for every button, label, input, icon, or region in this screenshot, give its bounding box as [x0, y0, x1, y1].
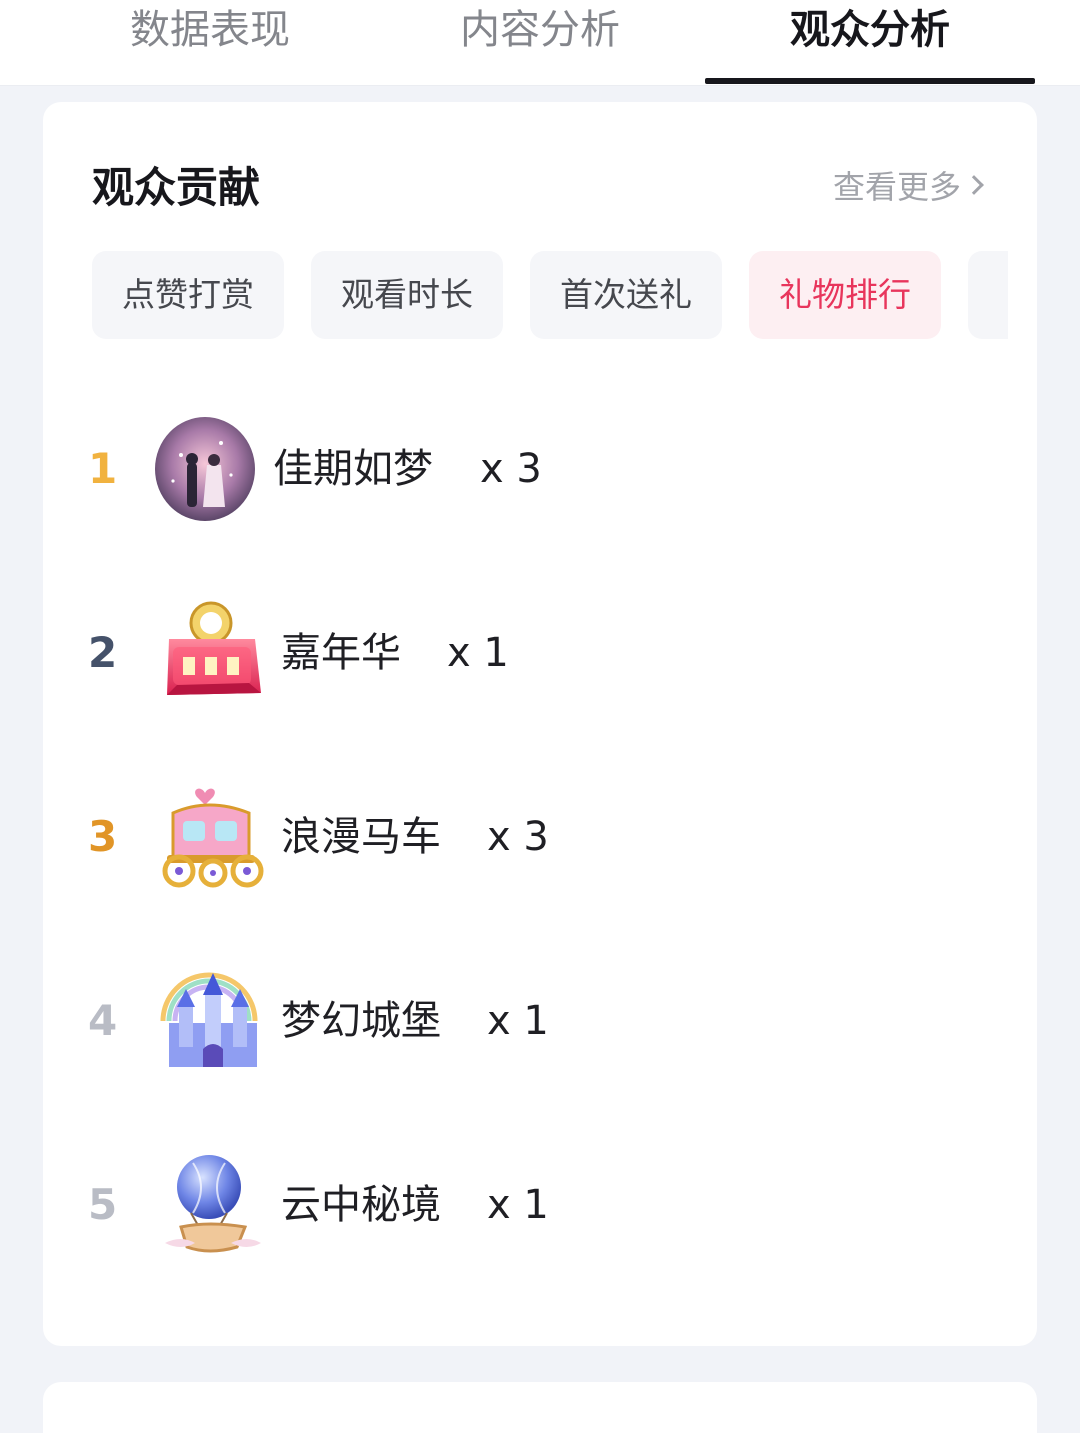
gift-rank-row[interactable]: 4 梦幻城堡 x 1 [43, 951, 1037, 1091]
balloon-gift-icon [165, 1155, 261, 1253]
tab-data-performance[interactable]: 数据表现 [45, 0, 375, 86]
tab-audience-analysis[interactable]: 观众分析 [705, 0, 1035, 86]
castle-gift-icon [160, 972, 258, 1067]
rank-number: 1 [88, 444, 118, 493]
chevron-right-icon [964, 175, 984, 195]
filter-watch-time[interactable]: 观看时长 [311, 251, 503, 339]
filter-gift-ranking[interactable]: 礼物排行 [749, 251, 941, 339]
gift-count: x 1 [487, 1182, 549, 1228]
tab-content-analysis[interactable]: 内容分析 [375, 0, 705, 86]
gift-rank-row[interactable]: 3 浪漫马车 x 3 [43, 767, 1037, 907]
rank-number: 2 [88, 628, 118, 677]
gift-name: 嘉年华 [281, 630, 401, 676]
gift-rank-row[interactable]: 5 云中秘境 x 1 [43, 1135, 1037, 1275]
couple-portrait-gift-icon [155, 417, 255, 521]
gift-count: x 3 [487, 814, 549, 860]
gift-rank-row[interactable]: 2 嘉年华 x 1 [43, 583, 1037, 723]
rank-number: 5 [88, 1180, 118, 1229]
view-more-link[interactable]: 查看更多 [832, 162, 984, 208]
audience-contribution-card: 观众贡献 查看更多 点赞打赏 观看时长 首次送礼 礼物排行 1 佳期如梦 x 3… [43, 102, 1037, 1346]
filter-chip-row: 点赞打赏 观看时长 首次送礼 礼物排行 [92, 251, 1037, 341]
gift-count: x 3 [480, 446, 542, 492]
carnival-badge-gift-icon [167, 601, 261, 695]
gift-name: 佳期如梦 [273, 446, 433, 492]
rank-number: 4 [88, 996, 118, 1045]
gift-rank-row[interactable]: 1 佳期如梦 x 3 [43, 399, 1037, 539]
gift-name: 浪漫马车 [281, 814, 441, 860]
filter-likes-tips[interactable]: 点赞打赏 [92, 251, 284, 339]
filter-chip-overflow[interactable] [968, 251, 1008, 339]
gift-count: x 1 [447, 630, 509, 676]
filter-first-gift[interactable]: 首次送礼 [530, 251, 722, 339]
view-more-label: 查看更多 [832, 168, 961, 206]
carriage-gift-icon [162, 788, 264, 888]
next-section-card [43, 1382, 1037, 1433]
gift-count: x 1 [487, 998, 549, 1044]
gift-name: 云中秘境 [281, 1182, 441, 1228]
gift-name: 梦幻城堡 [281, 998, 441, 1044]
top-tab-bar: 数据表现 内容分析 观众分析 [0, 0, 1080, 86]
section-title: 观众贡献 [92, 163, 261, 212]
rank-number: 3 [88, 812, 118, 861]
active-tab-indicator [705, 78, 1035, 84]
